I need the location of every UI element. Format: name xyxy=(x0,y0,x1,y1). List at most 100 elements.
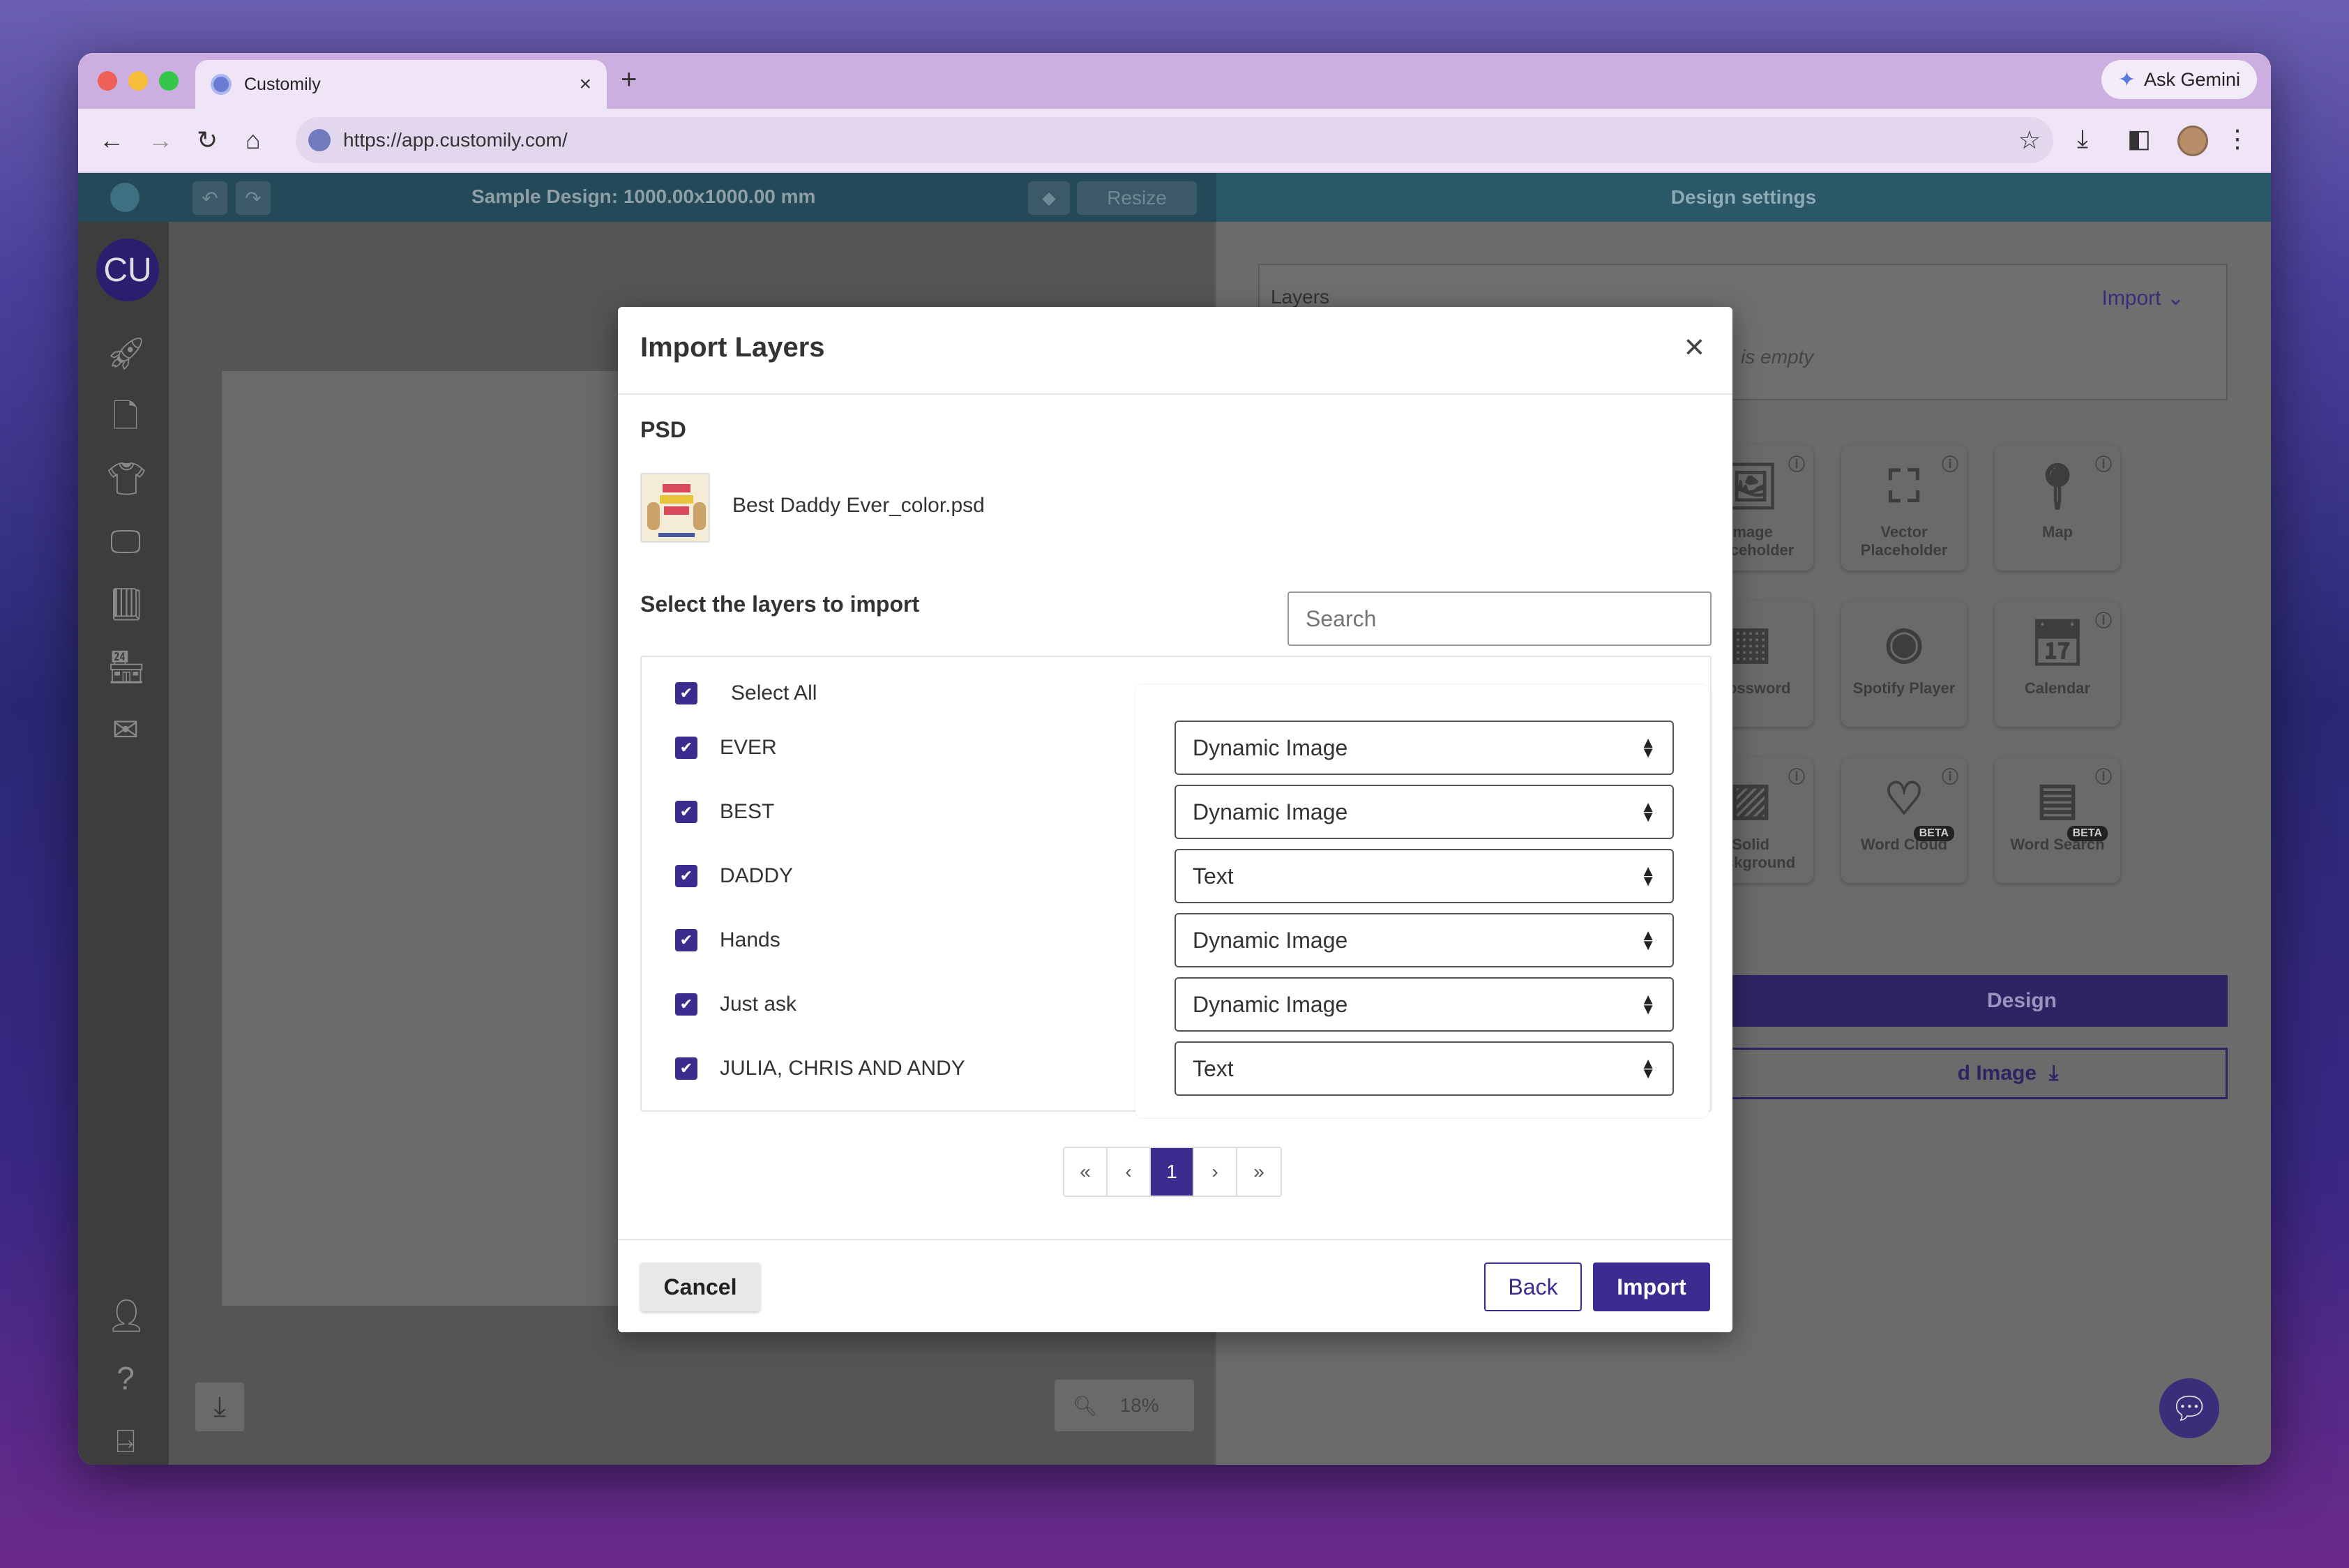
layer-checkbox[interactable]: ✔ xyxy=(675,929,697,951)
undo-icon[interactable]: ↶ xyxy=(192,181,227,215)
gemini-icon: ✦ xyxy=(2117,68,2136,91)
tool-word-cloud[interactable]: ⓘ ♡ BETA Word Cloud xyxy=(1841,757,1967,883)
info-icon[interactable]: ⓘ xyxy=(2095,451,2112,475)
address-bar[interactable]: https://app.customily.com/ ☆ xyxy=(296,117,2053,163)
tool-calendar[interactable]: ⓘ 📅︎ Calendar xyxy=(1995,601,2120,727)
back-arrow-icon[interactable]: ← xyxy=(99,126,124,155)
layer-checkbox[interactable]: ✔ xyxy=(675,1057,697,1080)
layer-checkbox[interactable]: ✔ xyxy=(675,993,697,1016)
favicon-icon xyxy=(211,74,232,95)
page-1-button[interactable]: 1 xyxy=(1151,1148,1194,1196)
info-icon[interactable]: ⓘ xyxy=(1942,763,1958,787)
home-icon[interactable]: ⌂ xyxy=(246,126,261,155)
redo-icon[interactable]: ↷ xyxy=(236,181,271,215)
tool-word-search[interactable]: ⓘ ▤ BETA Word Search xyxy=(1995,757,2120,883)
select-arrows-icon: ▲ ▼ xyxy=(1640,734,1656,761)
url-text[interactable]: https://app.customily.com/ xyxy=(343,129,2018,151)
layer-checkbox[interactable]: ✔ xyxy=(675,801,697,823)
design-header: ↶ ↷ Sample Design: 1000.00x1000.00 mm ⬥ … xyxy=(78,173,1216,222)
layer-type-panel: Dynamic Image ▲ ▼ Dynamic Image ▲ ▼ Text ▲ ▼ D… xyxy=(1135,684,1709,1118)
select-all-checkbox[interactable]: ✔ xyxy=(675,682,697,704)
layer-type-select[interactable]: Dynamic Image ▲ ▼ xyxy=(1174,721,1674,775)
import-button[interactable]: Import xyxy=(1593,1262,1710,1311)
layers-import-dropdown[interactable]: Import ⌄ xyxy=(2101,286,2184,310)
layer-checkbox[interactable]: ✔ xyxy=(675,865,697,887)
tool-map[interactable]: ⓘ 📍︎ Map xyxy=(1995,445,2120,571)
modal-footer: Cancel Back Import xyxy=(618,1239,1732,1332)
info-icon[interactable]: ⓘ xyxy=(2095,763,2112,787)
chevron-down-icon: ⌄ xyxy=(2166,287,2184,310)
layer-name: DADDY xyxy=(720,864,794,887)
info-icon[interactable]: ⓘ xyxy=(1942,451,1958,475)
chat-fab-icon[interactable]: 💬︎ xyxy=(2159,1378,2219,1438)
tool-spotify-player[interactable]: ◉ Spotify Player xyxy=(1841,601,1967,727)
forward-arrow-icon[interactable]: → xyxy=(148,126,173,155)
select-layers-title: Select the layers to import xyxy=(640,591,920,617)
new-tab-button[interactable]: + xyxy=(621,64,637,96)
book-icon[interactable]: 📕︎ xyxy=(106,585,146,624)
select-arrows-icon: ▲ ▼ xyxy=(1640,798,1656,825)
layer-name: JULIA, CHRIS AND ANDY xyxy=(720,1057,965,1080)
info-icon[interactable]: ⓘ xyxy=(2095,607,2112,631)
downloads-icon[interactable]: ⤓ xyxy=(2077,124,2088,154)
user-avatar[interactable]: CU xyxy=(96,239,159,301)
tag-icon[interactable]: ⬥ xyxy=(1028,181,1070,215)
logo-icon xyxy=(110,183,139,212)
info-icon[interactable]: ⓘ xyxy=(1788,451,1805,475)
download-icon[interactable]: ⤓ xyxy=(195,1382,244,1431)
inbox-icon[interactable]: ✉ xyxy=(106,710,145,749)
last-page-button[interactable]: » xyxy=(1237,1148,1281,1196)
presentation-icon[interactable]: 🖵 xyxy=(106,522,145,561)
side-navigation: CU 🚀︎ 🗋 👕︎ 🖵 📕︎ 🏪︎ ✉ 👤︎ ? ⍈ xyxy=(78,222,169,1465)
close-icon[interactable]: × xyxy=(1684,326,1705,367)
menu-kebab-icon[interactable]: ⋮ xyxy=(2225,124,2250,153)
logout-icon[interactable]: ⍈ xyxy=(106,1422,145,1461)
back-button[interactable]: Back xyxy=(1484,1262,1582,1311)
first-page-button[interactable]: « xyxy=(1064,1148,1108,1196)
zoom-level: 18% xyxy=(1119,1394,1159,1416)
layer-type-select[interactable]: Dynamic Image ▲ ▼ xyxy=(1174,785,1674,839)
rocket-icon[interactable]: 🚀︎ xyxy=(106,333,146,372)
bookmark-star-icon[interactable]: ☆ xyxy=(2018,126,2041,155)
search-input[interactable] xyxy=(1287,591,1712,646)
user-settings-icon[interactable]: 👤︎ xyxy=(106,1296,146,1335)
resize-button[interactable]: Resize xyxy=(1077,181,1197,215)
tshirt-icon[interactable]: 👕︎ xyxy=(106,459,146,498)
layer-type-select[interactable]: Dynamic Image ▲ ▼ xyxy=(1174,977,1674,1032)
beta-badge: BETA xyxy=(1913,826,1954,841)
store-icon[interactable]: 🏪︎ xyxy=(106,647,146,686)
beta-badge: BETA xyxy=(2067,826,2108,841)
help-icon[interactable]: ? xyxy=(106,1359,145,1398)
minimize-window-button[interactable] xyxy=(128,71,148,91)
psd-section-title: PSD xyxy=(640,417,686,442)
prev-page-button[interactable]: ‹ xyxy=(1108,1148,1151,1196)
cancel-button[interactable]: Cancel xyxy=(640,1262,760,1311)
select-arrows-icon: ▲ ▼ xyxy=(1640,1055,1656,1082)
zoom-control[interactable]: 🔍︎ 18% xyxy=(1055,1380,1194,1431)
design-title: Sample Design: 1000.00x1000.00 mm xyxy=(471,186,816,207)
layer-type-select[interactable]: Dynamic Image ▲ ▼ xyxy=(1174,913,1674,967)
side-panel-icon[interactable]: ◧ xyxy=(2127,124,2151,153)
browser-tab[interactable]: Customily × xyxy=(195,60,607,109)
maximize-window-button[interactable] xyxy=(159,71,179,91)
document-icon[interactable]: 🗋 xyxy=(106,396,145,435)
layers-import-label: Import xyxy=(2101,287,2161,310)
layer-type-select[interactable]: Text ▲ ▼ xyxy=(1174,849,1674,903)
ask-gemini-button[interactable]: ✦ Ask Gemini xyxy=(2101,60,2257,99)
tool-vector-placeholder[interactable]: ⓘ ⛶ Vector Placeholder xyxy=(1841,445,1967,571)
pagination: « ‹ 1 › » xyxy=(1063,1147,1282,1197)
profile-avatar[interactable] xyxy=(2177,126,2208,156)
next-page-button[interactable]: › xyxy=(1194,1148,1237,1196)
layers-empty-text: is empty xyxy=(1741,346,1814,368)
zoom-icon: 🔍︎ xyxy=(1073,1394,1098,1417)
select-all-label: Select All xyxy=(731,681,817,704)
select-arrows-icon: ▲ ▼ xyxy=(1640,926,1656,953)
layer-type-select[interactable]: Text ▲ ▼ xyxy=(1174,1041,1674,1096)
tab-close-icon[interactable]: × xyxy=(579,73,591,96)
close-window-button[interactable] xyxy=(98,71,117,91)
reload-icon[interactable]: ↻ xyxy=(197,126,218,155)
layer-checkbox[interactable]: ✔ xyxy=(675,737,697,759)
site-info-icon[interactable] xyxy=(308,129,331,151)
modal-header: Import Layers × xyxy=(618,307,1732,395)
info-icon[interactable]: ⓘ xyxy=(1788,763,1805,787)
